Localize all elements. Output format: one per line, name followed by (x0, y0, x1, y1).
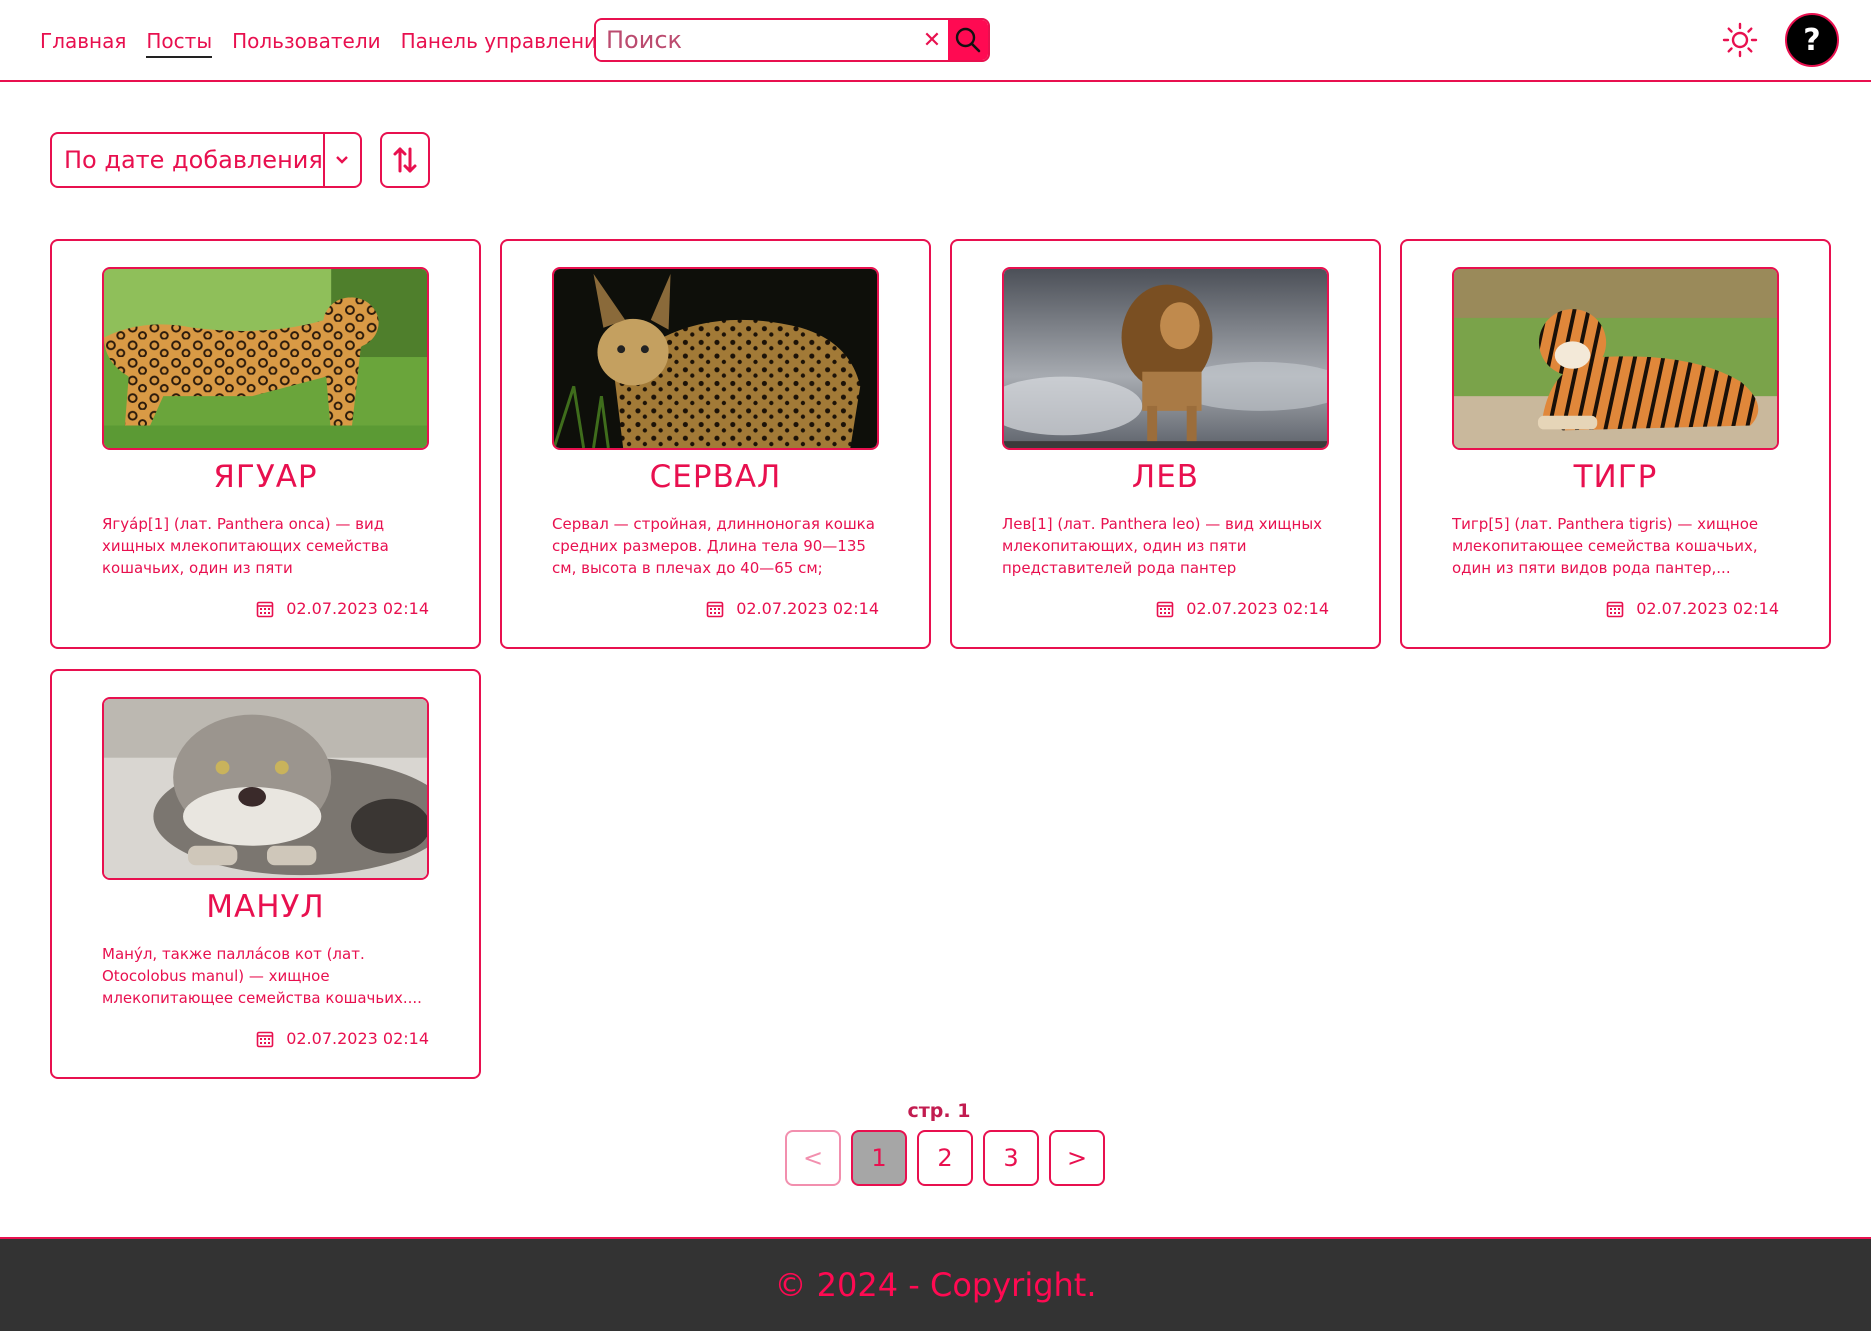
post-date: 02.07.2023 02:14 (1606, 599, 1779, 618)
post-image-serval (552, 267, 879, 450)
post-title: СЕРВАЛ (649, 459, 782, 495)
help-icon: ? (1803, 22, 1821, 58)
close-icon[interactable]: ✕ (916, 20, 948, 60)
chevron-down-icon (322, 134, 360, 186)
post-description: Лев[1] (лат. Panthera leo) — вид хищных … (1002, 515, 1323, 577)
sort-select[interactable]: По дате добавления (50, 132, 362, 188)
post-date-text: 02.07.2023 02:14 (736, 599, 879, 618)
post-title: ЛЕВ (1131, 459, 1200, 495)
post-title: МАНУЛ (206, 889, 325, 925)
post-description: Ягуа́р[1] (лат. Panthera onca) — вид хищ… (102, 515, 389, 577)
search-bar: ✕ (594, 18, 990, 62)
post-date: 02.07.2023 02:14 (256, 1029, 429, 1048)
help-button[interactable]: ? (1785, 13, 1839, 67)
post-date: 02.07.2023 02:14 (256, 599, 429, 618)
post-title: ТИГР (1573, 459, 1658, 495)
sort-order-icon (393, 147, 417, 173)
post-card[interactable]: СЕРВАЛ Сервал — стройная, длинноногая ко… (500, 239, 931, 649)
post-image-manul (102, 697, 429, 880)
post-date-text: 02.07.2023 02:14 (1186, 599, 1329, 618)
sun-icon[interactable] (1722, 22, 1758, 58)
top-navbar: Главная Посты Пользователи Панель управл… (0, 0, 1871, 82)
nav-link-users[interactable]: Пользователи (232, 26, 381, 58)
post-card[interactable]: ЯГУАР Ягуа́р[1] (лат. Panthera onca) — в… (50, 239, 481, 649)
post-date-text: 02.07.2023 02:14 (1636, 599, 1779, 618)
pagination: < 1 2 3 > (785, 1130, 1105, 1186)
post-date: 02.07.2023 02:14 (706, 599, 879, 618)
main-nav: Главная Посты Пользователи Панель управл… (40, 26, 609, 58)
copyright-text: © 2024 - Copyright. (774, 1266, 1097, 1304)
prev-page-button[interactable]: < (785, 1130, 841, 1186)
post-card[interactable]: МАНУЛ Ману́л, также палла́сов кот (лат. … (50, 669, 481, 1079)
page-indicator: стр. 1 (907, 1100, 971, 1122)
post-image-lion (1002, 267, 1329, 450)
footer: © 2024 - Copyright. (0, 1237, 1871, 1331)
post-date: 02.07.2023 02:14 (1156, 599, 1329, 618)
nav-link-admin-panel[interactable]: Панель управления (401, 26, 609, 58)
sort-select-label: По дате добавления (64, 146, 323, 174)
calendar-icon (1156, 601, 1174, 617)
post-image-jaguar (102, 267, 429, 450)
page-button-2[interactable]: 2 (917, 1130, 973, 1186)
search-input[interactable] (596, 20, 916, 60)
post-description: Сервал — стройная, длинноногая кошка сре… (552, 515, 875, 577)
calendar-icon (256, 601, 274, 617)
post-image-tiger (1452, 267, 1779, 450)
calendar-icon (1606, 601, 1624, 617)
calendar-icon (256, 1031, 274, 1047)
nav-link-home[interactable]: Главная (40, 26, 126, 58)
search-button[interactable] (948, 20, 988, 60)
post-card[interactable]: ЛЕВ Лев[1] (лат. Panthera leo) — вид хищ… (950, 239, 1381, 649)
page-button-3[interactable]: 3 (983, 1130, 1039, 1186)
post-title: ЯГУАР (213, 459, 318, 495)
next-page-button[interactable]: > (1049, 1130, 1105, 1186)
calendar-icon (706, 601, 724, 617)
sort-order-button[interactable] (380, 132, 430, 188)
post-date-text: 02.07.2023 02:14 (286, 599, 429, 618)
post-description: Ману́л, также палла́сов кот (лат. Otocol… (102, 945, 422, 1007)
search-icon (955, 27, 981, 53)
post-description: Тигр[5] (лат. Panthera tigris) — хищное … (1452, 515, 1759, 577)
post-date-text: 02.07.2023 02:14 (286, 1029, 429, 1048)
post-card[interactable]: ТИГР Тигр[5] (лат. Panthera tigris) — хи… (1400, 239, 1831, 649)
nav-link-posts[interactable]: Посты (146, 26, 213, 58)
page-button-1[interactable]: 1 (851, 1130, 907, 1186)
